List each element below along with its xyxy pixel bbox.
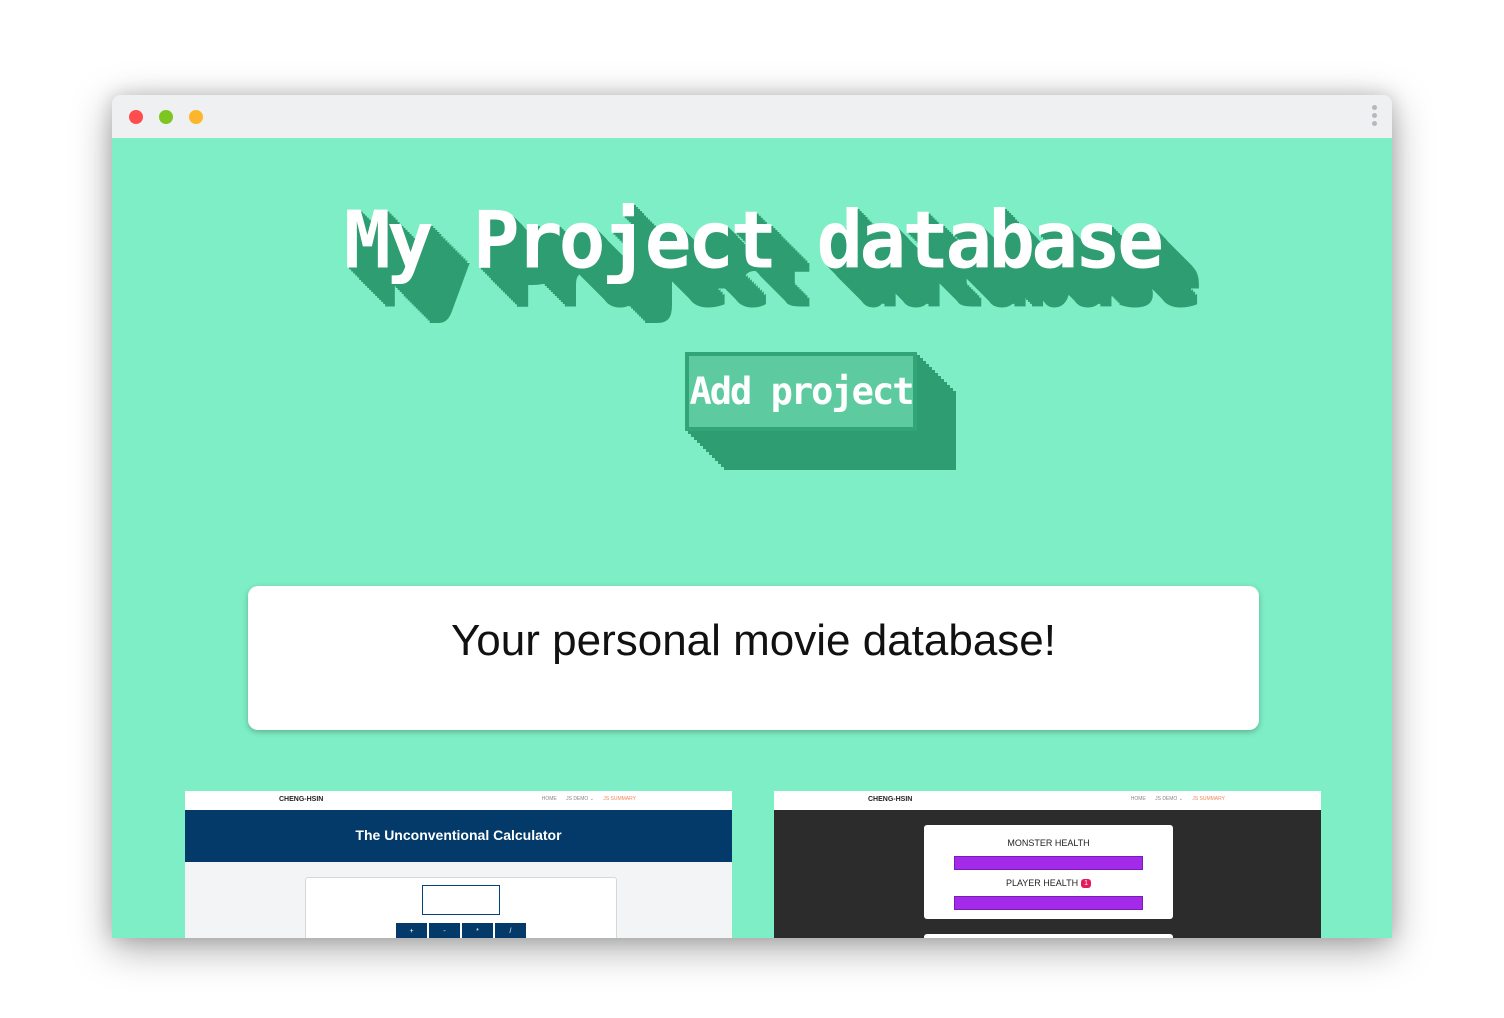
page-title: My Project database [343, 195, 1164, 287]
thumb-nav-summary: JS SUMMARY [1192, 796, 1225, 802]
monster-health-bar [954, 856, 1143, 870]
window-titlebar [112, 95, 1392, 138]
player-health-row: PLAYER HEALTH 1 [924, 878, 1173, 888]
kebab-menu-icon[interactable] [1372, 105, 1378, 129]
calc-subtract-button: - [429, 923, 460, 938]
browser-window: My Project database Add project Your per… [112, 95, 1392, 938]
info-card: Your personal movie database! [248, 586, 1259, 730]
page-content: My Project database Add project Your per… [112, 138, 1392, 938]
thumb-logo: CHENG-HSIN [279, 796, 324, 803]
monster-health-label: MONSTER HEALTH [1007, 838, 1090, 848]
maximize-window-icon[interactable] [189, 110, 203, 124]
player-health-label: PLAYER HEALTH [1005, 878, 1079, 888]
player-health-badge: 1 [1081, 879, 1092, 888]
info-text: Your personal movie database! [451, 616, 1056, 665]
calc-add-button: + [396, 923, 427, 938]
minimize-window-icon[interactable] [159, 110, 173, 124]
project-card-calculator[interactable]: CHENG-HSIN HOME JS DEMO ⌄ JS SUMMARY The… [185, 791, 732, 938]
thumb-nav-demo: JS DEMO ⌄ [566, 796, 594, 802]
health-panel: MONSTER HEALTH PLAYER HEALTH 1 [924, 825, 1173, 919]
project-card-monster-game[interactable]: CHENG-HSIN HOME JS DEMO ⌄ JS SUMMARY MON… [774, 791, 1321, 938]
thumb-nav-links: HOME JS DEMO ⌄ JS SUMMARY [534, 796, 636, 802]
thumb-nav: CHENG-HSIN HOME JS DEMO ⌄ JS SUMMARY [185, 791, 732, 810]
calc-display [422, 885, 500, 915]
add-project-button[interactable]: Add project [685, 352, 917, 431]
calc-box: + - * / [305, 877, 617, 938]
thumb-nav-demo: JS DEMO ⌄ [1155, 796, 1183, 802]
player-health-bar [954, 896, 1143, 910]
calc-divide-button: / [495, 923, 526, 938]
calc-multiply-button: * [462, 923, 493, 938]
close-window-icon[interactable] [129, 110, 143, 124]
thumb-nav-home: HOME [541, 796, 557, 802]
controls-panel [924, 934, 1173, 938]
thumb-nav-summary: JS SUMMARY [603, 796, 636, 802]
thumb-nav-home: HOME [1130, 796, 1146, 802]
thumb-nav-links: HOME JS DEMO ⌄ JS SUMMARY [1123, 796, 1225, 802]
calc-title: The Unconventional Calculator [355, 827, 562, 843]
thumb-nav: CHENG-HSIN HOME JS DEMO ⌄ JS SUMMARY [774, 791, 1321, 810]
thumb-logo: CHENG-HSIN [868, 796, 913, 803]
